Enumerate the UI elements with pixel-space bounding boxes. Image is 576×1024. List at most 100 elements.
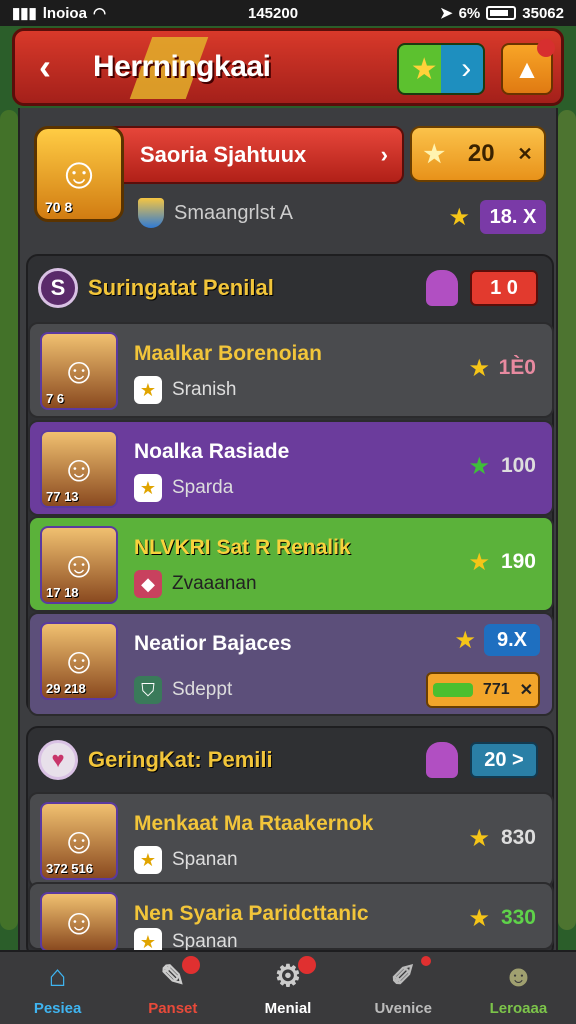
progress-value: 771: [482, 681, 510, 698]
avatar-stats: 77 13: [46, 489, 79, 504]
row-value: 1Ѐ0: [498, 356, 536, 379]
list-item[interactable]: ☺ Nen Syaria Paridcttanic ★ Spanan ★ 330: [28, 882, 554, 956]
page-title: Herrningkaai: [93, 50, 271, 83]
status-right-text: 35062: [522, 4, 564, 22]
row-value: 100: [500, 454, 536, 477]
row-value: 830: [500, 826, 536, 849]
avatar: ☺ 372 516: [40, 802, 118, 880]
section-header: S Suringatat Penilal 1 0: [28, 256, 552, 320]
notification-badge: [420, 956, 431, 966]
back-button[interactable]: ‹: [21, 43, 69, 91]
value-badge[interactable]: 9.X: [484, 624, 540, 656]
profile-name-button[interactable]: Saoria Sjahtuux ›: [110, 126, 404, 184]
profile-subtitle: Smaangrlst A: [174, 201, 293, 224]
close-icon: ✕: [517, 143, 533, 164]
row-subtitle: ★ Spanan: [134, 846, 238, 874]
main-panel: Saoria Sjahtuux › ☺ 70 8 ★ 20 ✕ Smaangrl…: [18, 108, 558, 958]
bottom-tab-bar: ⌂ Pesiea ✎ Panset ⚙ Menial ✐ Uvenice ☻ L…: [0, 950, 576, 1024]
section-count-badge[interactable]: 20 >: [470, 742, 538, 778]
stat-badge[interactable]: 18. X: [480, 200, 546, 234]
row-subtitle: ★ Sranish: [134, 376, 236, 404]
avatar: ☺ 7 6: [40, 332, 118, 410]
home-icon: ⌂: [48, 959, 67, 993]
tab-settings[interactable]: ⚙ Menial: [230, 952, 345, 1024]
up-arrow-icon: ▲: [514, 53, 540, 84]
location-icon: ➤: [440, 5, 453, 22]
avatar: ☺ 17 18: [40, 526, 118, 604]
list-item[interactable]: ☺ 17 18 NLVKRI Sat R Renalik ◆ Zvaaanan ★ …: [28, 516, 554, 612]
chevron-right-icon: ›: [461, 52, 472, 85]
section-title: Suringatat Penilal: [88, 275, 274, 300]
heart-icon: ♥: [38, 740, 78, 780]
avatar-stats: 17 18: [46, 585, 79, 600]
coins-button[interactable]: ★ 20 ✕: [410, 126, 546, 182]
row-title: Noalka Rasiade: [134, 440, 290, 463]
row-subtitle-text: Sdeppt: [172, 679, 233, 700]
ghost-icon: [426, 742, 458, 778]
progress-fill: [432, 683, 473, 697]
section-count-badge[interactable]: 1 0: [470, 270, 538, 306]
progress-pill[interactable]: 771 ✕: [426, 672, 540, 708]
list-item[interactable]: ☺ 7 6 Maalkar Borenoian ★ Sranish ★ 1Ѐ0: [28, 322, 554, 418]
avatar: ☺ 29 218: [40, 622, 118, 700]
tab-edit[interactable]: ✐ Uvenice: [346, 952, 461, 1024]
avatar-stats: 7 6: [46, 391, 65, 406]
star-badge-icon: ★: [134, 846, 162, 874]
notification-badge: [297, 956, 316, 974]
shield-icon: ⛉: [134, 676, 162, 704]
chevron-right-icon: ›: [380, 142, 388, 167]
chevron-left-icon: ‹: [39, 46, 51, 87]
tab-tools[interactable]: ✎ Panset: [115, 952, 230, 1024]
star-icon: ★: [448, 203, 470, 231]
list-item[interactable]: ☺ 29 218 Neatior Bajaces ⛉ Sdeppt ★ 9.X 77…: [28, 612, 554, 716]
row-subtitle: ⛉ Sdeppt: [134, 676, 232, 704]
avatar-stats: 29 218: [46, 681, 86, 696]
star-badge-icon: ★: [134, 474, 162, 502]
background-tree: [0, 110, 18, 930]
star-icon: ★: [454, 627, 476, 654]
battery-percent: 6%: [458, 4, 481, 22]
row-title: Menkaat Ma Rtaakernok: [134, 812, 374, 835]
row-title: NLVKRI Sat R Renalik: [134, 536, 351, 559]
star-icon: ★: [468, 453, 490, 480]
star-icon: ★: [423, 140, 445, 168]
star-badge-icon: ★: [134, 376, 162, 404]
avatar[interactable]: ☺ 70 8: [34, 126, 124, 222]
row-value: 330: [500, 906, 536, 929]
row-subtitle: ◆ Zvaaanan: [134, 570, 257, 598]
tab-label: Menial: [264, 1000, 312, 1017]
alert-button[interactable]: ▲: [501, 39, 555, 95]
avatar: ☺: [40, 892, 118, 952]
wifi-icon: ◠: [92, 5, 107, 22]
user-icon: ☻: [502, 959, 535, 993]
coins-value: 20: [467, 140, 495, 167]
row-subtitle-text: Zvaaanan: [172, 573, 257, 594]
list-item[interactable]: ☺ 77 13 Noalka Rasiade ★ Sparda ★ 100: [28, 420, 554, 516]
row-value: 190: [500, 550, 536, 573]
list-item[interactable]: ☺ 372 516 Menkaat Ma Rtaakernok ★ Spanan ★…: [28, 792, 554, 888]
tab-profile[interactable]: ☻ Leroaaa: [461, 952, 576, 1024]
profile-card[interactable]: Saoria Sjahtuux › ☺ 70 8 ★ 20 ✕ Smaangrl…: [34, 122, 546, 250]
profile-name: Saoria Sjahtuux: [140, 142, 307, 167]
avatar-stats: 372 516: [46, 861, 93, 876]
status-bar: ▮▮▮ lnoioa ◠ 145200 ➤ 6% 35062: [0, 0, 576, 26]
row-subtitle-text: Sranish: [172, 379, 237, 400]
battery-icon: [486, 6, 517, 20]
shield-icon: [138, 198, 164, 228]
hero-portrait-icon: ☺: [56, 149, 102, 198]
star-icon: ★: [468, 549, 490, 576]
clock: 145200: [247, 4, 299, 22]
star-icon: ★: [468, 905, 490, 932]
row-title: Neatior Bajaces: [134, 632, 292, 655]
row-title: Maalkar Borenoian: [134, 342, 322, 365]
tab-home[interactable]: ⌂ Pesiea: [0, 952, 115, 1024]
section-title: GeringKat: Pemili: [88, 747, 273, 772]
star-icon: ★: [468, 355, 490, 382]
row-subtitle: ★ Sparda: [134, 474, 233, 502]
section-header: ♥ GeringKat: Pemili 20 >: [28, 728, 552, 792]
header-bar: ‹ Herrningkaai ★ › ▲: [12, 28, 564, 106]
tab-label: Uvenice: [374, 1000, 432, 1017]
close-icon: ✕: [519, 682, 533, 699]
star-icon: ★: [410, 52, 438, 86]
star-forward-button[interactable]: ★ ›: [397, 43, 485, 95]
